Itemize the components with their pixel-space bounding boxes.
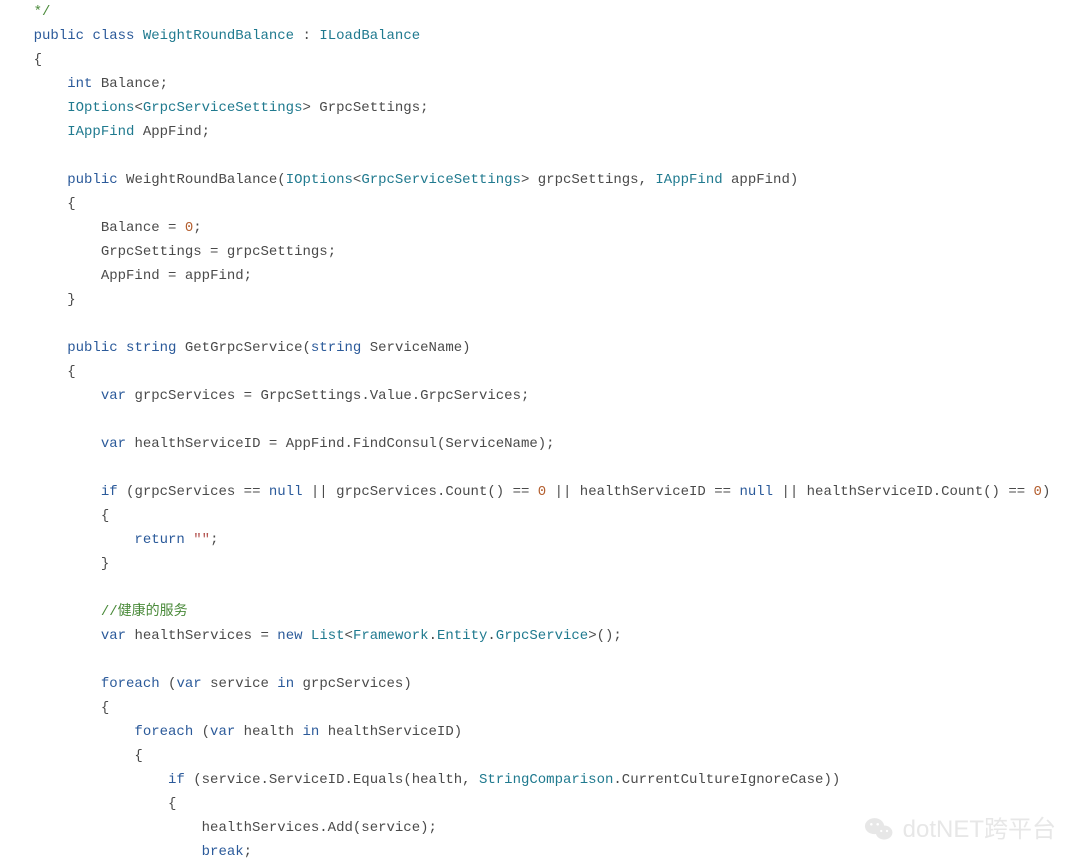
code-line: var healthServices = new List<Framework.… bbox=[0, 624, 1080, 648]
code-line: var grpcServices = GrpcSettings.Value.Gr… bbox=[0, 384, 1080, 408]
code-line: public WeightRoundBalance(IOptions<GrpcS… bbox=[0, 168, 1080, 192]
code-line: { bbox=[0, 504, 1080, 528]
code-line: //健康的服务 bbox=[0, 600, 1080, 624]
code-line: GrpcSettings = grpcSettings; bbox=[0, 240, 1080, 264]
code-line: if (service.ServiceID.Equals(health, Str… bbox=[0, 768, 1080, 792]
code-line bbox=[0, 576, 1080, 600]
code-line bbox=[0, 408, 1080, 432]
code-line: { bbox=[0, 696, 1080, 720]
code-line: if (grpcServices == null || grpcServices… bbox=[0, 480, 1080, 504]
code-line: IOptions<GrpcServiceSettings> GrpcSettin… bbox=[0, 96, 1080, 120]
code-line: public string GetGrpcService(string Serv… bbox=[0, 336, 1080, 360]
code-line: AppFind = appFind; bbox=[0, 264, 1080, 288]
code-line: { bbox=[0, 360, 1080, 384]
code-line: return ""; bbox=[0, 528, 1080, 552]
code-line: { bbox=[0, 48, 1080, 72]
code-line: { bbox=[0, 744, 1080, 768]
watermark: dotNET跨平台 bbox=[863, 814, 1056, 846]
code-line: var healthServiceID = AppFind.FindConsul… bbox=[0, 432, 1080, 456]
code-block: */ public class WeightRoundBalance : ILo… bbox=[0, 0, 1080, 864]
code-line bbox=[0, 456, 1080, 480]
code-line bbox=[0, 144, 1080, 168]
code-line: int Balance; bbox=[0, 72, 1080, 96]
code-line: Balance = 0; bbox=[0, 216, 1080, 240]
code-line bbox=[0, 312, 1080, 336]
code-line: IAppFind AppFind; bbox=[0, 120, 1080, 144]
watermark-text: dotNET跨平台 bbox=[903, 818, 1056, 842]
code-line: { bbox=[0, 192, 1080, 216]
wechat-icon bbox=[863, 814, 895, 846]
code-line: public class WeightRoundBalance : ILoadB… bbox=[0, 24, 1080, 48]
code-line: } bbox=[0, 288, 1080, 312]
code-line bbox=[0, 648, 1080, 672]
code-line: foreach (var service in grpcServices) bbox=[0, 672, 1080, 696]
code-line: } bbox=[0, 552, 1080, 576]
code-line: foreach (var health in healthServiceID) bbox=[0, 720, 1080, 744]
code-line: */ bbox=[0, 0, 1080, 24]
code-line: { bbox=[0, 792, 1080, 816]
